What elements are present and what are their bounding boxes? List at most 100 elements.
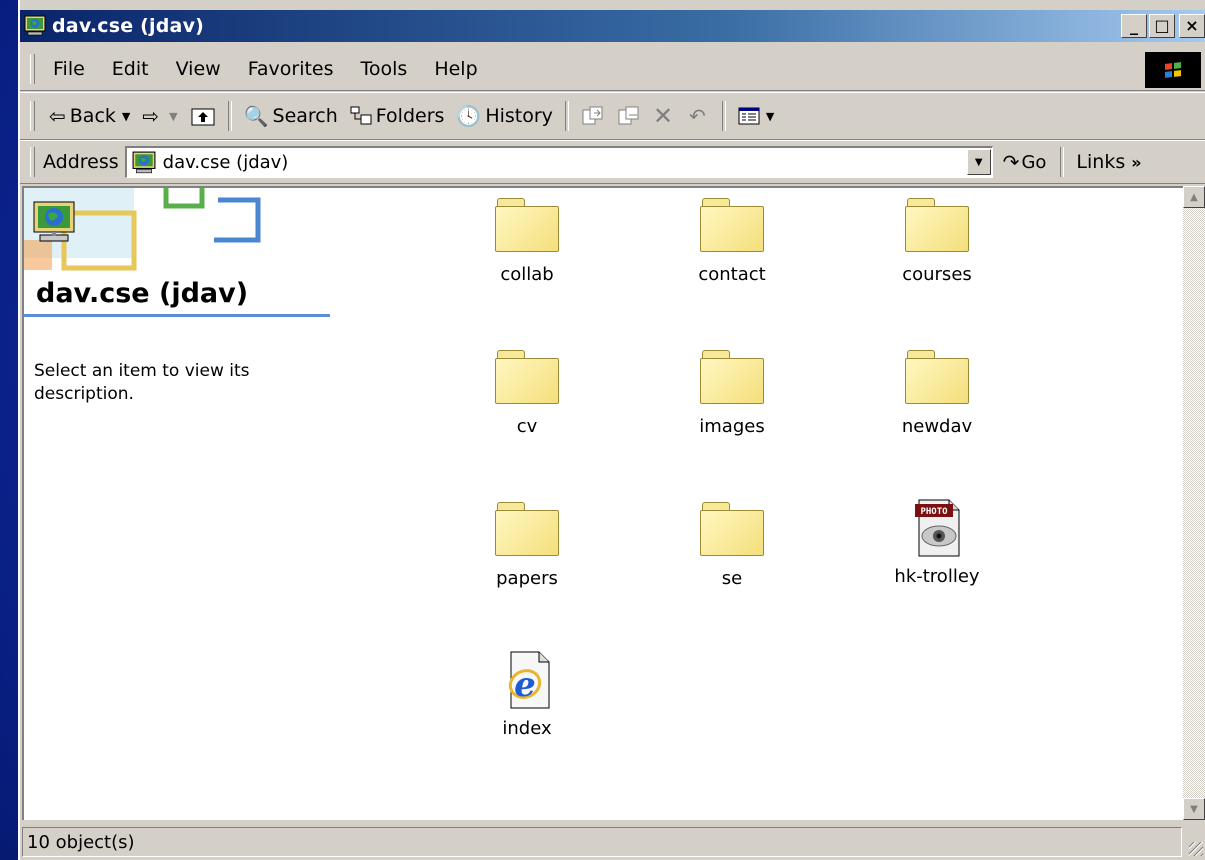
folder-icon — [905, 198, 969, 252]
status-bar: 10 object(s) — [20, 824, 1205, 860]
address-dropdown-icon[interactable]: ▼ — [966, 149, 991, 175]
toolbar-grip[interactable] — [30, 101, 35, 131]
explorer-window: dav.cse (jdav) _ □ × File Edit View Favo… — [18, 0, 1205, 860]
file-item-hk-trolley[interactable]: PHOTO hk-trolley — [862, 498, 1012, 587]
item-label: collab — [500, 264, 554, 285]
go-label: Go — [1021, 151, 1047, 173]
item-label: courses — [902, 264, 972, 285]
toolbar-separator — [721, 101, 726, 131]
standard-toolbar: ⇦ Back ▼ ⇨ ▼ 🔍 Search Folders 🕓 History … — [20, 92, 1205, 140]
folder-icon — [700, 198, 764, 252]
folder-icon — [495, 198, 559, 252]
toolbar-separator — [1060, 147, 1065, 177]
scroll-up-icon[interactable]: ▲ — [1183, 186, 1205, 208]
vertical-scrollbar[interactable]: ▲ ▼ — [1183, 186, 1205, 820]
html-file-icon: e — [508, 651, 550, 709]
forward-dropdown-icon[interactable]: ▼ — [169, 110, 177, 123]
item-label: images — [699, 416, 765, 437]
move-to-button[interactable] — [575, 105, 611, 127]
svg-text:e: e — [514, 665, 536, 705]
resize-grip-icon[interactable] — [1189, 842, 1203, 856]
scroll-down-icon[interactable]: ▼ — [1183, 798, 1205, 820]
folder-item-se[interactable]: se — [657, 502, 807, 589]
photo-file-icon: PHOTO — [915, 499, 960, 557]
file-item-index[interactable]: e index — [452, 650, 602, 739]
views-dropdown-icon[interactable]: ▼ — [766, 110, 774, 123]
toolbar-separator — [227, 101, 232, 131]
panel-title-rule — [24, 314, 330, 317]
minimize-button[interactable]: _ — [1121, 14, 1147, 38]
undo-button[interactable]: ↶ — [683, 104, 716, 128]
item-label: contact — [698, 264, 766, 285]
folders-tree-icon — [350, 106, 372, 125]
window-title: dav.cse (jdav) — [52, 15, 205, 37]
forward-button[interactable]: ⇨ ▼ — [136, 104, 183, 128]
history-label: History — [485, 105, 553, 127]
photo-badge: PHOTO — [920, 507, 948, 517]
folder-view[interactable]: dav.cse (jdav) Select an item to view it… — [22, 186, 1185, 820]
menu-bar-grip[interactable] — [30, 54, 35, 84]
folders-label: Folders — [375, 105, 445, 127]
copy-to-icon — [618, 106, 639, 125]
folder-icon — [495, 502, 559, 556]
forward-arrow-icon: ⇨ — [142, 104, 160, 128]
close-button[interactable]: × — [1179, 14, 1205, 38]
undo-icon: ↶ — [689, 104, 706, 128]
menu-help[interactable]: Help — [424, 58, 494, 80]
up-folder-icon — [191, 108, 215, 126]
toolbar-separator — [564, 101, 569, 131]
windows-logo-icon — [1145, 52, 1201, 88]
menu-file[interactable]: File — [43, 58, 102, 80]
address-bar: Address dav.cse (jdav) ▼ ↷ Go Links » — [20, 140, 1205, 184]
maximize-button[interactable]: □ — [1149, 14, 1175, 38]
menu-favorites[interactable]: Favorites — [238, 58, 351, 80]
address-value: dav.cse (jdav) — [162, 152, 289, 173]
panel-title: dav.cse (jdav) — [36, 278, 249, 309]
folder-item-collab[interactable]: collab — [452, 198, 602, 285]
chevron-more-icon[interactable]: » — [1131, 153, 1141, 172]
address-bar-grip[interactable] — [30, 147, 35, 177]
go-button[interactable]: ↷ Go — [1003, 150, 1047, 174]
title-bar[interactable]: dav.cse (jdav) _ □ × — [20, 10, 1205, 42]
status-text: 10 object(s) — [22, 827, 1182, 857]
folder-item-papers[interactable]: papers — [452, 502, 602, 589]
copy-to-button[interactable] — [611, 105, 647, 127]
menu-view[interactable]: View — [166, 58, 238, 80]
folder-icon — [700, 502, 764, 556]
history-clock-icon: 🕓 — [456, 104, 482, 128]
menu-tools[interactable]: Tools — [351, 58, 425, 80]
back-dropdown-icon[interactable]: ▼ — [122, 110, 130, 123]
move-to-icon — [582, 106, 603, 125]
links-button[interactable]: Links — [1076, 151, 1125, 173]
menu-bar: File Edit View Favorites Tools Help — [20, 48, 1205, 91]
folder-item-cv[interactable]: cv — [452, 350, 602, 437]
back-arrow-icon: ⇦ — [49, 104, 66, 128]
address-label: Address — [43, 151, 119, 173]
network-drive-icon — [24, 15, 46, 37]
folder-item-images[interactable]: images — [657, 350, 807, 437]
history-button[interactable]: 🕓 History — [450, 104, 559, 128]
folders-button[interactable]: Folders — [344, 105, 451, 127]
menu-edit[interactable]: Edit — [102, 58, 166, 80]
item-label: newdav — [901, 416, 973, 437]
back-button[interactable]: ⇦ Back ▼ — [43, 104, 136, 128]
go-arrow-icon: ↷ — [1002, 150, 1020, 174]
item-label: papers — [496, 568, 558, 589]
panel-folder-icon — [32, 200, 76, 246]
folder-item-newdav[interactable]: newdav — [862, 350, 1012, 437]
search-icon: 🔍 — [243, 104, 269, 128]
folder-icon — [700, 350, 764, 404]
address-field[interactable]: dav.cse (jdav) ▼ — [124, 146, 993, 178]
window-controls: _ □ × — [1121, 14, 1205, 38]
delete-button[interactable]: ✕ — [647, 102, 683, 130]
folder-item-courses[interactable]: courses — [862, 198, 1012, 285]
item-label: se — [721, 568, 743, 589]
search-button[interactable]: 🔍 Search — [238, 104, 344, 128]
folder-item-contact[interactable]: contact — [657, 198, 807, 285]
views-grid-icon — [738, 107, 760, 125]
views-button[interactable]: ▼ — [732, 106, 780, 126]
panel-description: Select an item to view its description. — [34, 361, 250, 404]
folder-icon — [905, 350, 969, 404]
item-label: cv — [516, 416, 538, 437]
up-folder-button[interactable] — [184, 105, 222, 127]
